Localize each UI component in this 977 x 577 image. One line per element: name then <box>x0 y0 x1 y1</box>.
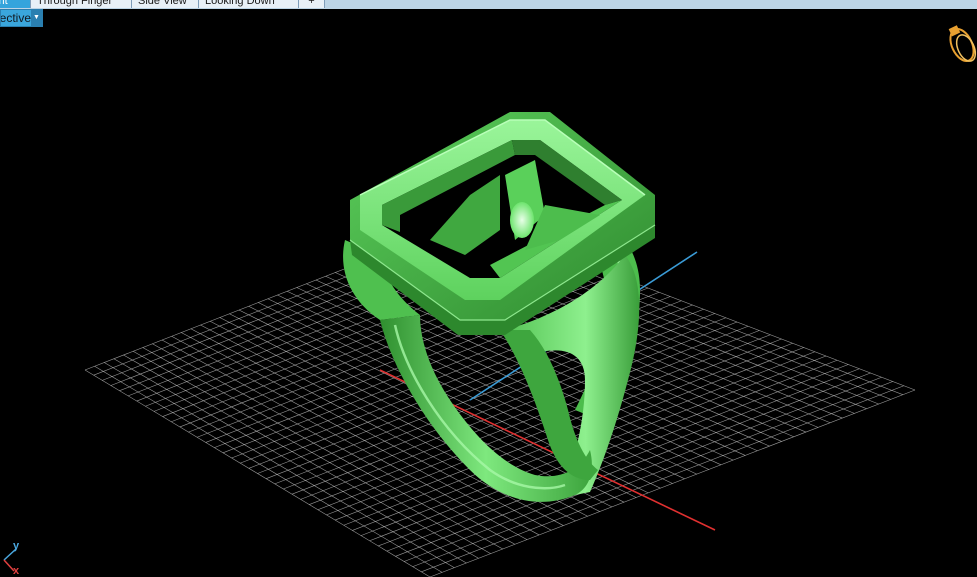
ring-model[interactable] <box>343 112 656 502</box>
axis-x-label: x <box>13 565 20 577</box>
3d-viewport[interactable] <box>0 0 977 577</box>
axis-y-label: y <box>13 540 20 552</box>
ring-orientation-gizmo-icon[interactable] <box>946 25 977 64</box>
